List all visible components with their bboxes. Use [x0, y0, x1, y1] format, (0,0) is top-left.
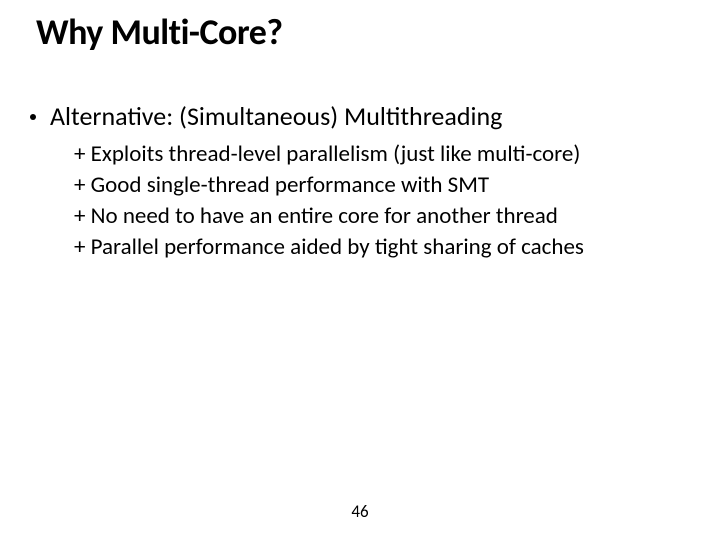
- slide-body: Alternative: (Simultaneous) Multithreadi…: [30, 100, 690, 263]
- sub-item: + Exploits thread-level parallelism (jus…: [74, 139, 690, 170]
- page-number: 46: [0, 501, 720, 522]
- sub-item: + Good single-thread performance with SM…: [74, 170, 690, 201]
- bullet-dot-icon: [30, 114, 36, 120]
- sub-item: + No need to have an entire core for ano…: [74, 201, 690, 232]
- bullet-text: Alternative: (Simultaneous) Multithreadi…: [50, 100, 502, 133]
- slide-title: Why Multi-Core?: [36, 10, 283, 54]
- sub-list: + Exploits thread-level parallelism (jus…: [74, 139, 690, 263]
- bullet-item: Alternative: (Simultaneous) Multithreadi…: [30, 100, 690, 133]
- sub-item: + Parallel performance aided by tight sh…: [74, 232, 690, 263]
- slide: Why Multi-Core? Alternative: (Simultaneo…: [0, 0, 720, 540]
